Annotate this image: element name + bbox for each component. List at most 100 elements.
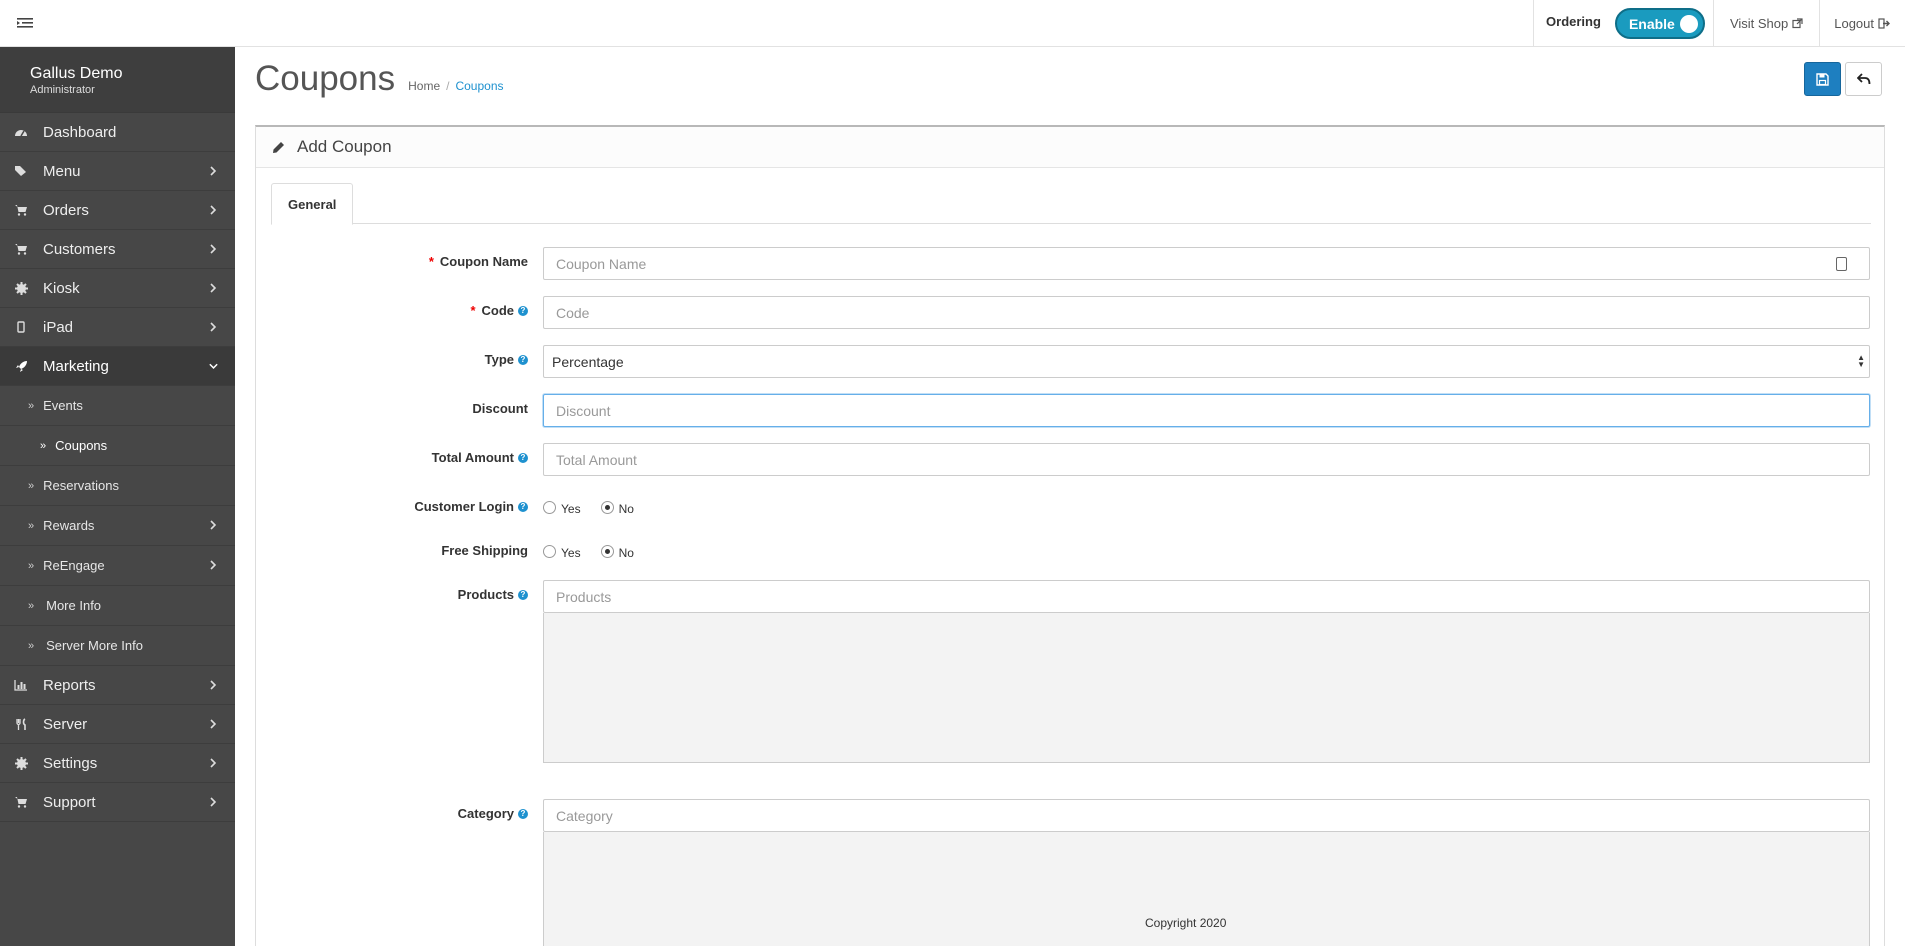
- sidebar-item-marketing[interactable]: Marketing: [0, 347, 235, 386]
- sidebar-item-support[interactable]: Support: [0, 783, 235, 822]
- add-coupon-panel: Add Coupon General * Coupon Name Coupon N…: [255, 125, 1885, 946]
- sidebar-toggle-icon[interactable]: [14, 13, 36, 33]
- copyright: Copyright 2020: [1145, 916, 1227, 930]
- double-angle-right-icon: »: [28, 479, 35, 492]
- page-title: Coupons: [255, 59, 396, 98]
- cutlery-icon: [14, 717, 28, 731]
- help-icon[interactable]: ?: [518, 589, 528, 600]
- chevron-right-icon: [210, 680, 217, 690]
- tab-general[interactable]: General: [271, 183, 354, 225]
- sidebar-item-reservations[interactable]: » Reservations: [0, 466, 235, 506]
- sidebar-item-dashboard[interactable]: Dashboard: [0, 113, 235, 152]
- radio-label-no: No: [618, 546, 634, 560]
- category-label: Category?: [458, 806, 528, 821]
- back-button[interactable]: [1845, 62, 1882, 96]
- select-arrows-icon: ▲ ▼: [1857, 353, 1865, 369]
- logout-link[interactable]: Logout: [1834, 16, 1891, 31]
- ordering-toggle-label: Enable: [1628, 15, 1675, 32]
- cart-icon: [14, 242, 28, 256]
- sidebar-item-customers[interactable]: Customers: [0, 230, 235, 269]
- save-button[interactable]: [1804, 62, 1841, 96]
- double-angle-right-icon: »: [28, 599, 35, 612]
- gear-icon: [14, 756, 28, 770]
- sign-out-icon: [1878, 18, 1890, 29]
- help-icon[interactable]: ?: [518, 501, 528, 512]
- sidebar-item-reports[interactable]: Reports: [0, 666, 235, 705]
- sidebar-item-ipad[interactable]: iPad: [0, 308, 235, 347]
- dashboard-icon: [14, 125, 28, 139]
- total-amount-label: Total Amount?: [432, 450, 528, 465]
- gear-icon: [14, 281, 28, 295]
- sidebar-item-server[interactable]: Server: [0, 705, 235, 744]
- double-angle-right-icon: »: [40, 439, 47, 452]
- chevron-right-icon: [210, 520, 217, 530]
- sidebar-item-reengage[interactable]: » ReEngage: [0, 546, 235, 586]
- breadcrumb-coupons[interactable]: Coupons: [455, 79, 503, 93]
- required-marker: *: [470, 303, 476, 318]
- tags-icon: [14, 164, 28, 178]
- free-shipping-yes-radio[interactable]: [543, 545, 556, 558]
- breadcrumb: Home / Coupons: [408, 79, 503, 93]
- rocket-icon: [14, 359, 28, 373]
- radio-label-yes: Yes: [561, 546, 581, 560]
- main-content: Coupons Home / Coupons Add Coupon General …: [235, 47, 1905, 946]
- customer-login-no-radio[interactable]: [600, 501, 614, 514]
- sidebar-item-more-info[interactable]: » More Info: [0, 586, 235, 626]
- products-list: [543, 613, 1870, 763]
- radio-label-no: No: [618, 502, 634, 516]
- sidebar-item-server-more-info[interactable]: » Server More Info: [0, 626, 235, 666]
- code-label: * Code?: [470, 303, 528, 318]
- chevron-right-icon: [210, 758, 217, 768]
- breadcrumb-separator: /: [446, 79, 450, 93]
- discount-label: Discount: [472, 401, 528, 416]
- double-angle-right-icon: »: [28, 519, 35, 532]
- type-select[interactable]: Percentage ▲ ▼: [543, 345, 1870, 378]
- panel-heading: Add Coupon: [256, 127, 1884, 168]
- help-icon[interactable]: ?: [518, 452, 528, 463]
- visit-shop-link[interactable]: Visit Shop: [1730, 16, 1803, 31]
- customer-login-yes-radio[interactable]: [543, 501, 556, 514]
- discount-input[interactable]: Discount: [543, 394, 1870, 427]
- help-icon[interactable]: ?: [518, 354, 528, 365]
- ordering-label: Ordering: [1546, 14, 1601, 29]
- help-icon[interactable]: ?: [518, 808, 528, 819]
- password-manager-icon[interactable]: [1836, 257, 1847, 271]
- chevron-down-icon: [209, 363, 218, 369]
- panel-title: Add Coupon: [297, 137, 392, 156]
- total-amount-input[interactable]: Total Amount: [543, 443, 1870, 476]
- required-marker: *: [428, 254, 434, 269]
- mobile-icon: [14, 320, 28, 334]
- cart-icon: [14, 203, 28, 217]
- radio-label-yes: Yes: [561, 502, 581, 516]
- sidebar-item-kiosk[interactable]: Kiosk: [0, 269, 235, 308]
- top-bar: Ordering Enable Visit Shop Logout: [0, 0, 1905, 47]
- sidebar-item-events[interactable]: » Events: [0, 386, 235, 426]
- customer-login-radios: Yes No: [543, 499, 654, 516]
- free-shipping-no-radio[interactable]: [600, 545, 614, 558]
- coupon-name-label: * Coupon Name: [428, 254, 528, 269]
- category-input[interactable]: Category: [543, 799, 1870, 832]
- code-input[interactable]: Code: [543, 296, 1870, 329]
- chevron-right-icon: [210, 797, 217, 807]
- sidebar-item-settings[interactable]: Settings: [0, 744, 235, 783]
- ordering-toggle[interactable]: Enable: [1614, 8, 1705, 39]
- tab-bar: General: [271, 183, 1871, 225]
- cart-icon: [14, 795, 28, 809]
- sidebar-item-rewards[interactable]: » Rewards: [0, 506, 235, 546]
- profile-name: Gallus Demo: [30, 65, 123, 82]
- chevron-right-icon: [210, 719, 217, 729]
- products-label: Products?: [458, 587, 528, 602]
- breadcrumb-home[interactable]: Home: [408, 79, 440, 93]
- products-input[interactable]: Products: [543, 580, 1870, 613]
- type-label: Type?: [485, 352, 528, 367]
- help-icon[interactable]: ?: [518, 305, 528, 316]
- save-icon: [1816, 72, 1829, 86]
- reply-icon: [1856, 73, 1870, 85]
- chevron-right-icon: [210, 283, 217, 293]
- bar-chart-icon: [14, 678, 28, 692]
- sidebar-item-menu[interactable]: Menu: [0, 152, 235, 191]
- sidebar-item-orders[interactable]: Orders: [0, 191, 235, 230]
- toggle-knob: [1679, 14, 1698, 33]
- sidebar-item-coupons[interactable]: » Coupons: [0, 426, 235, 466]
- coupon-name-input[interactable]: Coupon Name: [543, 247, 1870, 280]
